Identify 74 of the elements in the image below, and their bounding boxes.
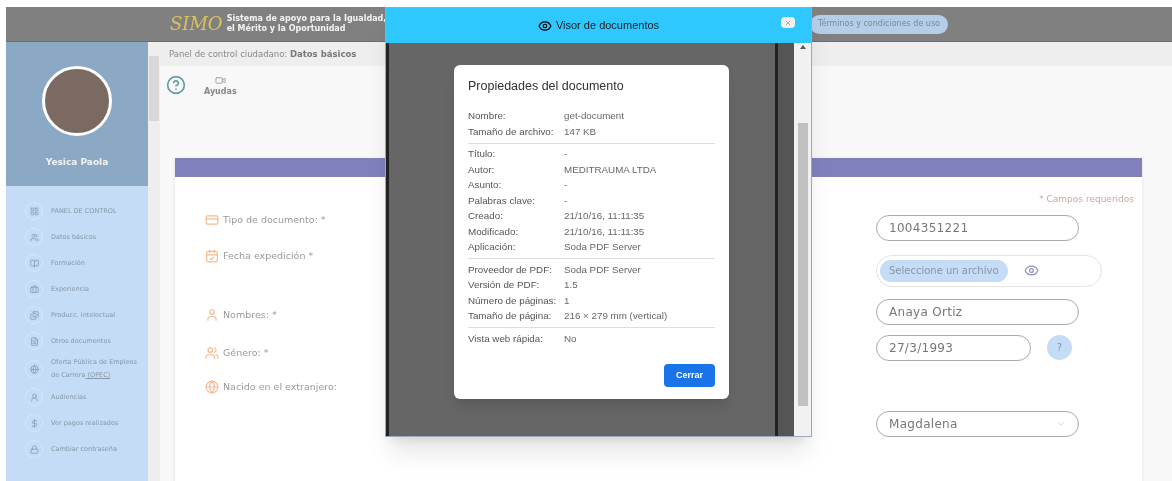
text-field[interactable]: Anaya Ortiz (876, 298, 1079, 325)
help-video-button[interactable]: Ayudas (204, 75, 237, 98)
field-label: Fecha expedición * (223, 249, 314, 264)
logo-text: Sistema de apoyo para la Igualdad, el Mérito y la Oportunidad (226, 14, 387, 34)
property-value: get-document (564, 109, 624, 124)
property-value: - (564, 178, 568, 193)
property-label: Versión de PDF: (468, 278, 541, 293)
property-label: Modificado: (468, 224, 520, 239)
property-value: No (564, 331, 577, 346)
text-field[interactable]: 1004351221 (876, 214, 1079, 241)
property-value: MEDITRAUMA LTDA (564, 162, 657, 177)
logo-mark: SIMO (170, 15, 223, 33)
people-icon (205, 345, 219, 360)
globe-icon (205, 380, 219, 395)
up-arrow-icon[interactable] (799, 45, 806, 49)
property-value: 1 (564, 293, 570, 308)
property-label: Asunto: (468, 178, 503, 193)
property-label: Vista web rápida: (468, 331, 544, 346)
field-label: Nacido en el extranjero: (223, 380, 337, 394)
field-label: Tipo de documento: * (223, 213, 326, 227)
property-value: 1.5 (564, 278, 578, 293)
book-icon (29, 258, 39, 268)
dialog-title: Propiedades del documento (468, 78, 625, 95)
property-label: Tamaño de página: (468, 309, 553, 324)
close-button[interactable] (781, 17, 795, 28)
document-icon (29, 336, 39, 346)
required-note: * Campos requeridos (1039, 193, 1134, 206)
file-field[interactable]: Seleccione un archivo (876, 254, 1102, 287)
close-dialog-button[interactable]: Cerrar (664, 364, 715, 387)
property-value: Soda PDF Server (564, 240, 641, 255)
property-label: Proveedor de PDF: (468, 262, 553, 277)
dollar-icon (29, 418, 39, 428)
scrollbar[interactable] (148, 42, 160, 481)
choose-file-button[interactable]: Seleccione un archivo (880, 259, 1008, 282)
terms-button[interactable]: Términos y condiciones de uso (809, 14, 948, 34)
close-icon (784, 18, 792, 27)
property-label: Autor: (468, 162, 496, 177)
property-value: 216 × 279 mm (vertical) (564, 309, 668, 324)
calendar-icon (205, 249, 219, 264)
property-value: 147 KB (564, 124, 597, 139)
property-value: Soda PDF Server (564, 262, 641, 277)
user-name: Yesica Paola (45, 156, 109, 169)
viewer-title: Visor de documentos (555, 18, 660, 34)
property-label: Aplicación: (468, 240, 517, 255)
globe-icon (29, 364, 39, 374)
viewer-scrollbar[interactable] (794, 43, 811, 436)
eye-icon[interactable] (1023, 263, 1039, 278)
property-value: - (564, 193, 568, 208)
help-button[interactable]: ? (1047, 335, 1072, 360)
breadcrumb: Panel de control ciudadano: Datos básicos (169, 47, 357, 61)
date-field[interactable]: 27/3/1993 (876, 334, 1031, 361)
select-field[interactable]: Magdalena (876, 410, 1079, 437)
briefcase-icon (29, 284, 39, 294)
property-label: Nombre: (468, 109, 507, 124)
property-value: - (564, 147, 568, 162)
grid-icon (29, 206, 39, 216)
property-label: Número de páginas: (468, 293, 558, 308)
property-label: Título: (468, 147, 497, 162)
property-label: Palabras clave: (468, 193, 536, 208)
help-icon[interactable] (166, 75, 186, 95)
person-icon (29, 392, 39, 402)
images-icon (29, 310, 39, 320)
lock-icon (29, 444, 39, 454)
property-label: Creado: (468, 209, 504, 224)
property-value: 21/10/16, 11:11:35 (564, 224, 645, 239)
people-icon (29, 232, 39, 242)
property-value: 21/10/16, 11:11:35 (564, 209, 645, 224)
field-label: Nombres: * (223, 307, 277, 322)
card-icon (205, 213, 219, 228)
field-label: Género: * (223, 345, 269, 360)
eye-icon (537, 18, 552, 33)
property-label: Tamaño de archivo: (468, 124, 555, 139)
video-icon (214, 75, 226, 86)
person-icon (205, 307, 219, 322)
